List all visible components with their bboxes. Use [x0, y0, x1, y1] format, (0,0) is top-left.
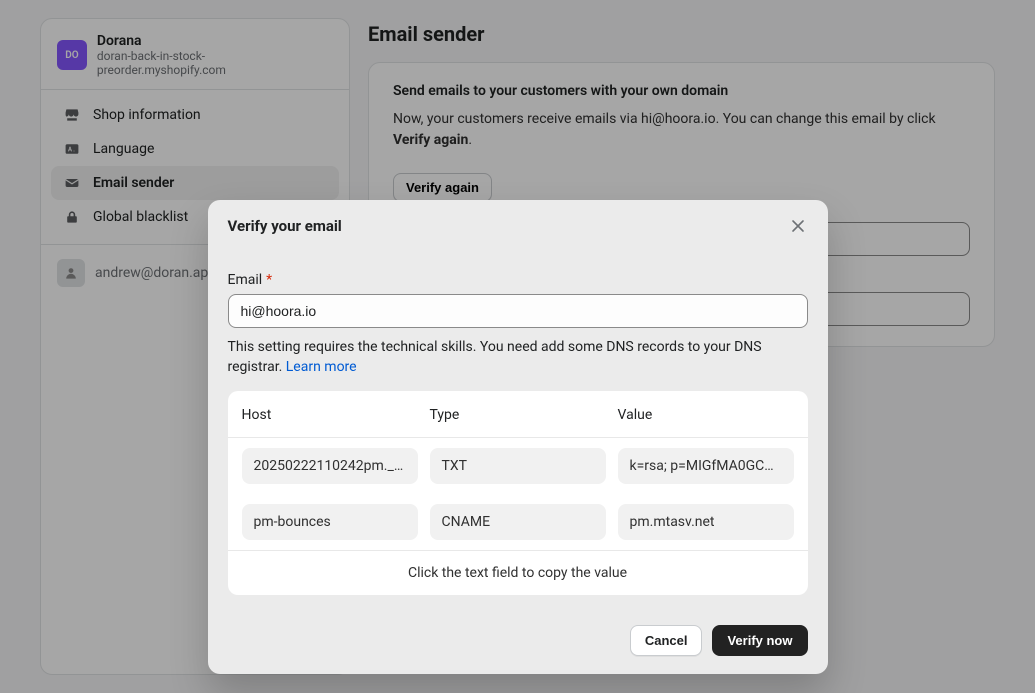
dns-value-cell[interactable]: k=rsa; p=MIGfMA0GCSqGSIb3DQEB — [618, 448, 794, 484]
dns-row: 20250222110242pm._domainkey TXT k=rsa; p… — [228, 438, 808, 494]
dns-host-cell[interactable]: pm-bounces — [242, 504, 418, 540]
dns-col-value: Value — [618, 407, 794, 423]
dns-col-host: Host — [242, 407, 418, 423]
email-field[interactable] — [228, 294, 808, 328]
dns-col-type: Type — [430, 407, 606, 423]
close-icon[interactable] — [788, 216, 808, 236]
email-label: Email * — [228, 272, 808, 288]
dns-value-cell[interactable]: pm.mtasv.net — [618, 504, 794, 540]
dns-header: Host Type Value — [228, 391, 808, 438]
learn-more-link[interactable]: Learn more — [286, 359, 357, 375]
verify-email-modal: Verify your email Email * This setting r… — [208, 200, 828, 674]
modal-overlay: Verify your email Email * This setting r… — [0, 0, 1035, 693]
email-label-text: Email — [228, 272, 263, 288]
modal-body: Email * This setting requires the techni… — [208, 244, 828, 605]
dns-type-cell[interactable]: TXT — [430, 448, 606, 484]
dns-table: Host Type Value 20250222110242pm._domain… — [228, 391, 808, 595]
dns-host-cell[interactable]: 20250222110242pm._domainkey — [242, 448, 418, 484]
verify-now-button[interactable]: Verify now — [712, 625, 807, 656]
dns-type-cell[interactable]: CNAME — [430, 504, 606, 540]
modal-footer: Cancel Verify now — [208, 605, 828, 674]
help-text: This setting requires the technical skil… — [228, 338, 808, 377]
cancel-button[interactable]: Cancel — [630, 625, 703, 656]
modal-title: Verify your email — [228, 217, 342, 235]
dns-row: pm-bounces CNAME pm.mtasv.net — [228, 494, 808, 550]
dns-footer: Click the text field to copy the value — [228, 550, 808, 595]
required-star: * — [266, 272, 272, 288]
modal-header: Verify your email — [208, 200, 828, 244]
